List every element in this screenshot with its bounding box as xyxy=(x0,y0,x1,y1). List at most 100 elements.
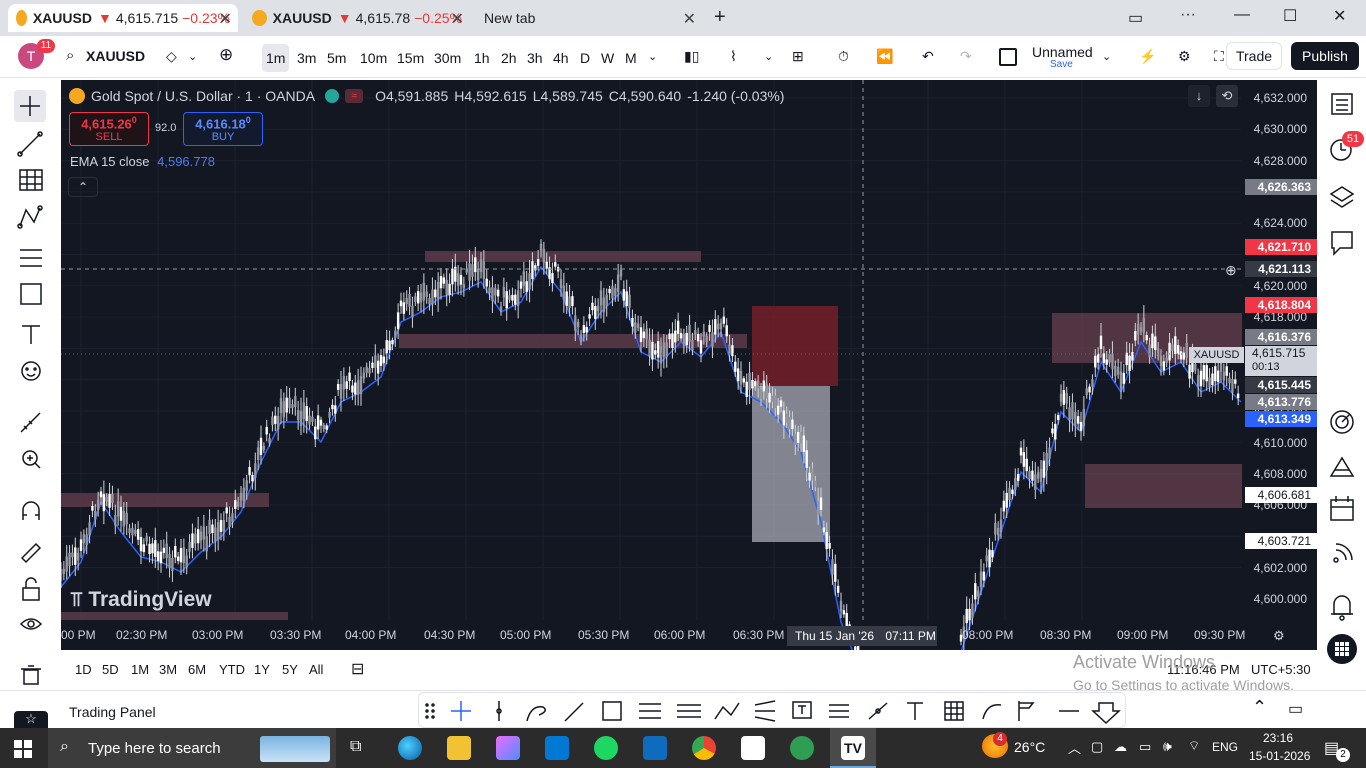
timeframe-D[interactable]: D xyxy=(576,44,594,72)
arrow-down-icon[interactable] xyxy=(1091,702,1121,725)
auto-scale-icon[interactable]: ⟲ xyxy=(1216,85,1238,107)
trend-line-icon[interactable] xyxy=(17,131,43,157)
browser-tab-xauusd-active[interactable]: XAUUSD ▼ 4,615.715 −0.23% ✕ xyxy=(8,4,238,32)
edge-icon[interactable] xyxy=(398,736,422,760)
trash-icon[interactable] xyxy=(21,665,41,685)
chart-canvas[interactable] xyxy=(61,80,1317,650)
legend-title[interactable]: Gold Spot / U.S. Dollar · 1 · OANDA xyxy=(91,88,315,104)
trade-button[interactable]: Trade xyxy=(1226,42,1282,70)
timeframe-4h[interactable]: 4h xyxy=(549,44,573,72)
tray-icon[interactable]: ▢ xyxy=(1091,739,1103,755)
callout-icon[interactable] xyxy=(868,702,888,720)
timezone[interactable]: UTC+5:30 xyxy=(1251,662,1311,677)
fullscreen-icon[interactable]: ⛶ xyxy=(1214,48,1224,65)
calendar-icon[interactable] xyxy=(1330,496,1354,521)
watchlist-icon[interactable] xyxy=(1331,93,1353,115)
target-icon[interactable] xyxy=(1330,410,1354,434)
language-indicator[interactable]: ENG xyxy=(1212,740,1238,754)
collapse-legend-button[interactable]: ⌃ xyxy=(68,177,98,197)
chevron-down-icon[interactable]: ⌄ xyxy=(764,50,773,63)
maximize-button[interactable]: ☐ xyxy=(1283,6,1297,26)
chat-icon[interactable] xyxy=(1331,231,1353,256)
close-window-button[interactable]: ✕ xyxy=(1333,6,1346,26)
timeframe-10m[interactable]: 10m xyxy=(356,44,391,72)
redo-icon[interactable]: ↷ xyxy=(960,48,972,65)
close-tab-icon[interactable]: ✕ xyxy=(451,9,464,29)
axis-settings-icon[interactable]: ⚙ xyxy=(1273,628,1285,644)
ema-legend[interactable]: EMA 15 close 4,596.778 xyxy=(70,154,215,169)
range-1y[interactable]: 1Y xyxy=(254,662,270,677)
scroll-to-latest-icon[interactable]: ↓ xyxy=(1188,85,1210,107)
buy-button[interactable]: 4,616.180 BUY xyxy=(183,112,263,146)
forecast-icon[interactable] xyxy=(829,704,849,718)
flag-icon[interactable] xyxy=(1018,701,1035,721)
timeframe-15m[interactable]: 15m xyxy=(393,44,428,72)
add-symbol-icon[interactable]: ⊕ xyxy=(219,45,233,65)
range-5d[interactable]: 5D xyxy=(102,662,119,677)
spotify-icon[interactable] xyxy=(594,736,618,760)
volume-icon[interactable]: 🕪 xyxy=(1163,738,1172,755)
symbol-search[interactable]: XAUUSD xyxy=(86,48,145,64)
ruler-icon[interactable] xyxy=(20,412,41,433)
fib-retracement-icon[interactable] xyxy=(639,703,661,719)
zoom-in-icon[interactable] xyxy=(22,450,41,469)
layout-save[interactable]: Save xyxy=(1050,59,1073,70)
taskbar-date[interactable]: 15-01-2026 xyxy=(1249,749,1310,763)
store-icon[interactable] xyxy=(545,736,569,760)
chevron-down-icon[interactable]: ⌄ xyxy=(648,50,657,63)
geometric-shapes-icon[interactable] xyxy=(20,283,42,305)
money-icon[interactable] xyxy=(790,736,814,760)
trend-line-icon[interactable] xyxy=(564,702,584,722)
crosshair-icon[interactable] xyxy=(451,701,471,721)
chevron-down-icon[interactable]: ⌄ xyxy=(188,50,197,63)
range-6m[interactable]: 6M xyxy=(188,662,206,677)
layouts-icon[interactable]: ⊞ xyxy=(792,48,804,65)
publish-button[interactable]: Publish xyxy=(1291,42,1359,70)
grid-icon[interactable] xyxy=(944,701,964,721)
apps-grid-icon[interactable] xyxy=(1327,634,1357,664)
minimize-button[interactable]: — xyxy=(1234,6,1250,24)
goto-date-icon[interactable]: ⊟ xyxy=(351,659,364,679)
package-icon[interactable] xyxy=(741,736,765,760)
alert-icon[interactable]: ⏱ xyxy=(838,48,849,65)
timeframe-5m[interactable]: 5m xyxy=(323,44,350,72)
timeframe-M[interactable]: M xyxy=(621,44,641,72)
expand-panel-icon[interactable]: ⌃ xyxy=(1252,697,1267,718)
path-icon[interactable] xyxy=(714,702,740,720)
arc-icon[interactable] xyxy=(982,704,1002,720)
file-explorer-icon[interactable] xyxy=(447,736,471,760)
timeframe-3h[interactable]: 3h xyxy=(523,44,547,72)
range-5y[interactable]: 5Y xyxy=(282,662,298,677)
forecast-icon[interactable] xyxy=(20,249,42,267)
undo-icon[interactable]: ↶ xyxy=(922,48,934,65)
magnet-icon[interactable] xyxy=(22,501,40,520)
timeframe-1m[interactable]: 1m xyxy=(262,44,290,72)
range-1d[interactable]: 1D xyxy=(75,662,92,677)
windows-start-icon[interactable] xyxy=(14,740,32,758)
crosshair-icon[interactable] xyxy=(14,90,46,122)
more-options-icon[interactable]: ··· xyxy=(1180,6,1196,24)
parallel-channel-icon[interactable] xyxy=(677,704,701,718)
copilot-icon[interactable] xyxy=(496,736,520,760)
notifications-bell-icon[interactable] xyxy=(1331,595,1353,621)
chevron-up-icon[interactable]: ︿ xyxy=(1068,738,1081,757)
chrome-icon[interactable] xyxy=(692,736,716,760)
broadcast-icon[interactable] xyxy=(1333,543,1353,563)
lock-drawing-icon[interactable] xyxy=(20,542,42,564)
drag-handle-icon[interactable] xyxy=(425,703,435,719)
visibility-eye-icon[interactable] xyxy=(19,618,43,630)
close-tab-icon[interactable]: ✕ xyxy=(683,9,696,29)
timeframe-30m[interactable]: 30m xyxy=(430,44,465,72)
text-note-icon[interactable] xyxy=(792,701,812,719)
task-view-icon[interactable]: ⧉ xyxy=(350,738,361,756)
add-alert-plus-icon[interactable]: ⊕ xyxy=(1225,262,1237,279)
weather-temp[interactable]: 26°C xyxy=(1014,739,1045,755)
wifi-icon[interactable]: ⌔ xyxy=(1188,738,1200,754)
layout-box-icon[interactable] xyxy=(999,48,1017,66)
tradingview-taskbar-button[interactable]: TV xyxy=(830,728,876,768)
timeframe-W[interactable]: W xyxy=(597,44,618,72)
battery-icon[interactable]: ▭ xyxy=(1139,739,1151,755)
outlook-icon[interactable] xyxy=(643,736,667,760)
layout-name[interactable]: Unnamed xyxy=(1032,44,1093,60)
browser-tab-xauusd[interactable]: XAUUSD ▼ 4,615.78 −0.25% ✕ xyxy=(244,4,470,32)
